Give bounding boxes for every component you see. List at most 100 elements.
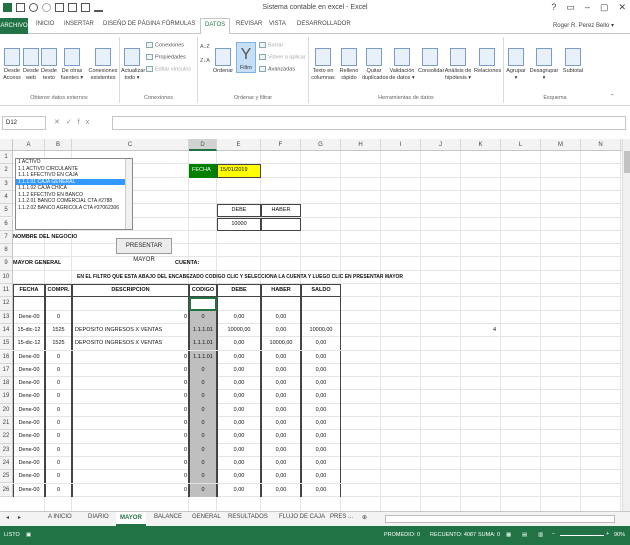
page-break-icon[interactable]: ▥	[538, 532, 543, 538]
table-cell-debe[interactable]: 0,00	[217, 350, 261, 364]
table-cell-compr[interactable]: 1525	[45, 337, 72, 351]
row-header[interactable]: 5	[0, 204, 13, 218]
tab-formulas[interactable]: FÓRMULAS	[162, 21, 195, 27]
add-sheet-icon[interactable]: ⊕	[362, 514, 367, 521]
table-cell-saldo[interactable]	[301, 310, 341, 324]
row-header[interactable]: 20	[0, 403, 13, 417]
row-header[interactable]: 19	[0, 390, 13, 404]
fecha-value[interactable]: 15/01/2019	[217, 164, 261, 178]
ungroup-button[interactable]: Desagrupar ▾	[529, 48, 559, 82]
sheet-tab-pres[interactable]: PRES ...	[330, 514, 353, 520]
table-cell-haber[interactable]: 0,00	[261, 377, 301, 391]
column-header[interactable]: B	[45, 139, 72, 151]
table-cell-compr[interactable]: 0	[45, 350, 72, 364]
tab-inicio[interactable]: INICIO	[36, 21, 54, 27]
table-cell-codigo[interactable]	[189, 297, 217, 311]
table-cell-desc[interactable]	[72, 297, 189, 311]
table-cell-haber[interactable]: 0,00	[261, 403, 301, 417]
row-header[interactable]: 2	[0, 164, 13, 178]
table-cell-fecha[interactable]: 15-dic-12	[13, 337, 45, 351]
table-cell-fecha[interactable]: 15-dic-12	[13, 323, 45, 338]
table-cell-haber[interactable]	[261, 297, 301, 311]
table-cell-debe[interactable]: 0,00	[217, 483, 261, 497]
table-cell-fecha[interactable]: Dene-00	[13, 456, 45, 471]
tab-desarrollador[interactable]: DESARROLLADOR	[297, 21, 351, 27]
table-cell-compr[interactable]: 0	[45, 403, 72, 417]
tab-archivo[interactable]: ARCHIVO	[0, 18, 28, 34]
zoom-level[interactable]: 90%	[614, 532, 625, 538]
row-header[interactable]: 7	[0, 230, 13, 245]
table-cell-saldo[interactable]: 0,00	[301, 363, 341, 378]
table-cell-haber[interactable]: 0,00	[261, 363, 301, 378]
group-button[interactable]: Agrupar ▾	[505, 48, 527, 82]
table-cell-saldo[interactable]: 0,00	[301, 456, 341, 471]
table-cell-fecha[interactable]: Dene-00	[13, 470, 45, 484]
table-cell-debe[interactable]: 0,00	[217, 310, 261, 324]
reapply-filter-button[interactable]: Volver a aplicar	[259, 54, 306, 60]
row-header[interactable]: 9	[0, 257, 13, 271]
table-cell-fecha[interactable]: Dene-00	[13, 430, 45, 444]
table-cell-debe[interactable]: 0,00	[217, 377, 261, 391]
table-cell-saldo[interactable]: 0,00	[301, 417, 341, 431]
normal-view-icon[interactable]: ▦	[506, 532, 511, 538]
help-button[interactable]: ?	[551, 2, 556, 13]
zoom-slider[interactable]	[560, 535, 604, 536]
table-cell-haber[interactable]: 0,00	[261, 483, 301, 497]
table-cell-haber[interactable]: 0,00	[261, 390, 301, 404]
what-if-analysis-button[interactable]: Análisis de hipótesis ▾	[444, 48, 472, 82]
clear-filter-button[interactable]: Borrar	[259, 42, 283, 48]
table-cell-haber[interactable]: 0,00	[261, 310, 301, 324]
table-cell-haber[interactable]: 0,00	[261, 443, 301, 457]
sheet-tab-diario[interactable]: DIARIO	[88, 514, 109, 520]
row-header[interactable]: 17	[0, 363, 13, 378]
data-validation-button[interactable]: Validación de datos ▾	[388, 48, 416, 82]
row-header[interactable]: 6	[0, 217, 13, 231]
column-header[interactable]: M	[541, 139, 581, 151]
column-header[interactable]: H	[341, 139, 381, 151]
row-header[interactable]: 24	[0, 456, 13, 471]
table-cell-debe[interactable]: 0,00	[217, 430, 261, 444]
formula-input[interactable]	[112, 116, 626, 130]
next-sheet-icon[interactable]: ▸	[18, 514, 21, 521]
table-cell-haber[interactable]: 10000,00	[261, 337, 301, 351]
table-cell-fecha[interactable]: Dene-00	[13, 483, 45, 497]
table-cell-haber[interactable]: 0,00	[261, 323, 301, 338]
column-header[interactable]: N	[581, 139, 621, 151]
zoom-out-icon[interactable]: –	[552, 531, 555, 537]
table-cell-haber[interactable]: 0,00	[261, 456, 301, 471]
tab-vista[interactable]: VISTA	[269, 21, 286, 27]
existing-connections-button[interactable]: Conexiones existentes	[88, 48, 118, 82]
table-cell-desc[interactable]: DEPOSITO INGRESOS X VENTAS	[72, 337, 189, 351]
table-cell-fecha[interactable]: Dene-00	[13, 403, 45, 417]
column-header[interactable]: G	[301, 139, 341, 151]
scroll-thumb[interactable]	[624, 151, 630, 173]
table-cell-debe[interactable]: 0,00	[217, 443, 261, 457]
table-cell-codigo[interactable]: 0	[189, 470, 217, 484]
tab-revisar[interactable]: REVISAR	[236, 21, 262, 27]
table-cell-codigo[interactable]: 0	[189, 417, 217, 431]
row-header[interactable]: 21	[0, 417, 13, 431]
other-sources-button[interactable]: De otras fuentes ▾	[59, 48, 85, 82]
insert-function-button[interactable]: fx	[78, 119, 95, 126]
table-cell-debe[interactable]: 0,00	[217, 417, 261, 431]
table-cell-fecha[interactable]: Dene-00	[13, 417, 45, 431]
row-header[interactable]: 12	[0, 297, 13, 311]
table-cell-saldo[interactable]: 0,00	[301, 337, 341, 351]
flash-fill-button[interactable]: Relleno rápido	[337, 48, 361, 82]
properties-button[interactable]: Propiedades	[146, 54, 186, 60]
listbox-item[interactable]: 1.1.2.02 BANCO AGRICOLA CTA #27062306	[16, 205, 132, 212]
table-cell-saldo[interactable]	[301, 297, 341, 311]
table-cell-compr[interactable]: 1525	[45, 323, 72, 338]
table-cell-debe[interactable]: 0,00	[217, 470, 261, 484]
sort-button[interactable]: Ordenar	[212, 48, 234, 75]
connections-button[interactable]: Conexiones	[146, 42, 184, 48]
table-cell-compr[interactable]: 0	[45, 443, 72, 457]
table-cell-debe[interactable]: 0,00	[217, 363, 261, 378]
table-cell-haber[interactable]: 0,00	[261, 350, 301, 364]
table-cell-saldo[interactable]: 0,00	[301, 430, 341, 444]
table-cell-fecha[interactable]: Dene-00	[13, 443, 45, 457]
row-header[interactable]: 1	[0, 151, 13, 165]
table-cell-codigo[interactable]: 0	[189, 377, 217, 391]
filter-button[interactable]: Y Filtro	[236, 42, 256, 73]
table-cell-compr[interactable]: 0	[45, 417, 72, 431]
